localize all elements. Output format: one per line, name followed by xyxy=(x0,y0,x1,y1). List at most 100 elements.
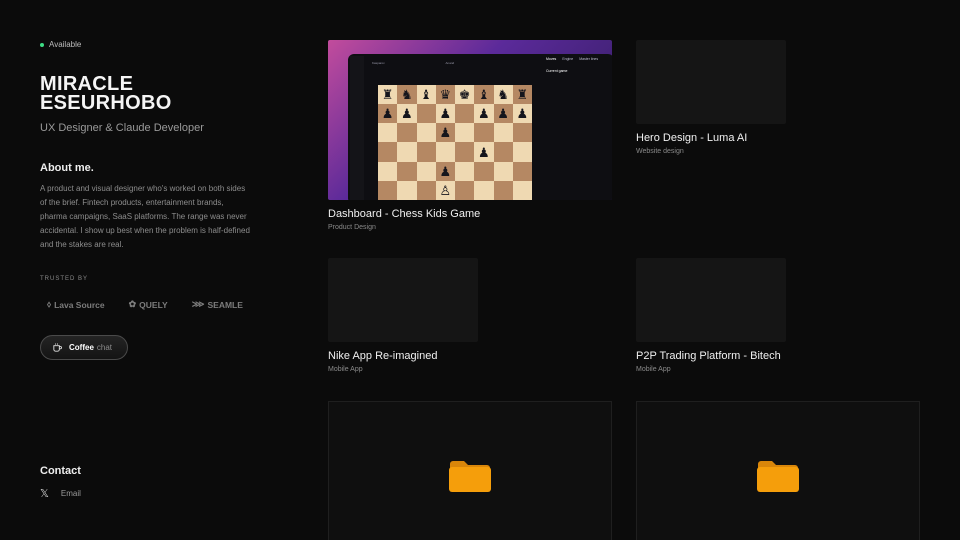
board-square xyxy=(397,161,417,181)
availability-status: Available xyxy=(40,40,81,49)
panel-title: Current game xyxy=(546,69,568,73)
board-square: ♝ xyxy=(474,85,494,105)
project-category: Mobile App xyxy=(636,366,671,373)
board-square: ♟ xyxy=(474,142,494,162)
project-title: P2P Trading Platform - Bitech xyxy=(636,350,781,362)
board-square xyxy=(455,180,475,200)
project-thumbnail: Kasparov Anand ♜ ♞ ♝ ♛ ♚ ♝ ♞ ♜ ♟ ♟ ♟ ♟ ♟ ♟ ♟ ♟ ♟ ♙ Moves … xyxy=(328,40,612,200)
board-square xyxy=(378,161,398,181)
board-square xyxy=(416,180,436,200)
board-square xyxy=(378,142,398,162)
board-square xyxy=(455,123,475,143)
profile-column: Available MIRACLE ESEURHOBO UX Designer … xyxy=(40,0,260,540)
board-square xyxy=(493,123,513,143)
board-square xyxy=(493,180,513,200)
tab-moves: Moves xyxy=(546,57,557,61)
board-square xyxy=(512,123,532,143)
project-title: Hero Design - Luma AI xyxy=(636,132,748,144)
project-folder-card[interactable] xyxy=(636,401,920,540)
client-logo-label: Lava Source xyxy=(54,299,105,310)
project-folder-card[interactable] xyxy=(328,401,612,540)
project-card-nike[interactable]: Nike App Re-imagined Mobile App xyxy=(328,258,528,373)
about-text: A product and visual designer who's work… xyxy=(40,184,250,249)
board-square: ♟ xyxy=(378,104,398,124)
board-square xyxy=(455,104,475,124)
board-square xyxy=(416,142,436,162)
board-square xyxy=(512,180,532,200)
board-square: ♙ xyxy=(435,180,455,200)
board-square xyxy=(474,123,494,143)
project-card-chess[interactable]: Kasparov Anand ♜ ♞ ♝ ♛ ♚ ♝ ♞ ♜ ♟ ♟ ♟ ♟ ♟ ♟ ♟ ♟ ♟ ♙ Moves … xyxy=(328,40,612,231)
board-square: ♜ xyxy=(378,85,398,105)
board-square: ♛ xyxy=(435,85,455,105)
board-square: ♟ xyxy=(435,161,455,181)
client-logo-label: SEAMLE xyxy=(207,299,243,310)
board-square xyxy=(397,142,417,162)
board-square xyxy=(455,161,475,181)
client-logo-lava: ⬨ Lava Source xyxy=(47,299,105,310)
board-square xyxy=(378,123,398,143)
client-logo-label: QUELY xyxy=(139,299,168,310)
project-thumbnail xyxy=(636,258,786,342)
board-square: ♞ xyxy=(397,85,417,105)
board-square: ♞ xyxy=(493,85,513,105)
board-square: ♚ xyxy=(455,85,475,105)
profile-role: UX Designer & Claude Developer xyxy=(40,122,204,134)
project-category: Product Design xyxy=(328,224,376,231)
coffee-chat-button[interactable]: Coffee chat xyxy=(40,335,128,360)
board-square xyxy=(474,180,494,200)
client-logos: ⬨ Lava Source ✿ QUELY ⋙ SEAMLE xyxy=(47,299,247,310)
board-square xyxy=(397,123,417,143)
board-square xyxy=(512,161,532,181)
board-square xyxy=(416,104,436,124)
player-left: Kasparov xyxy=(372,61,385,65)
board-square: ♜ xyxy=(512,85,532,105)
board-square xyxy=(474,161,494,181)
board-square xyxy=(435,142,455,162)
board-square xyxy=(416,161,436,181)
email-link[interactable]: Email xyxy=(61,489,81,498)
profile-name: MIRACLE ESEURHOBO xyxy=(40,73,172,114)
board-square: ♟ xyxy=(474,104,494,124)
player-bar: Kasparov Anand xyxy=(372,61,538,71)
contact-heading: Contact xyxy=(40,465,81,477)
app-sidebar xyxy=(350,56,364,200)
coffee-label: Coffee xyxy=(69,343,94,352)
project-category: Mobile App xyxy=(328,366,363,373)
status-label: Available xyxy=(49,40,82,49)
coffee-sublabel: chat xyxy=(96,343,113,352)
client-logo-seamless: ⋙ SEAMLE xyxy=(192,299,243,310)
client-logo-quely: ✿ QUELY xyxy=(129,299,168,310)
contact-links: 𝕏 Email xyxy=(40,487,81,500)
board-square xyxy=(455,142,475,162)
board-square xyxy=(378,180,398,200)
folder-icon xyxy=(757,461,799,492)
board-square xyxy=(493,161,513,181)
board-square xyxy=(397,180,417,200)
project-thumbnail xyxy=(636,40,786,124)
tab-engine: Engine xyxy=(562,57,574,61)
project-card-bitech[interactable]: P2P Trading Platform - Bitech Mobile App xyxy=(636,258,856,373)
x-twitter-icon[interactable]: 𝕏 xyxy=(40,487,49,500)
board-square: ♟ xyxy=(493,104,513,124)
board-square xyxy=(493,142,513,162)
board-square: ♟ xyxy=(397,104,417,124)
chess-board: ♜ ♞ ♝ ♛ ♚ ♝ ♞ ♜ ♟ ♟ ♟ ♟ ♟ ♟ ♟ ♟ ♟ ♙ xyxy=(378,85,532,200)
moves-panel: Moves Engine Master lines Current game xyxy=(546,57,612,197)
about-heading: About me. xyxy=(40,162,94,174)
seamless-icon: ⋙ xyxy=(191,299,205,309)
project-thumbnail xyxy=(328,258,478,342)
tab-master-lines: Master lines xyxy=(579,57,599,61)
board-square: ♟ xyxy=(512,104,532,124)
project-card-luma[interactable]: Hero Design - Luma AI Website design xyxy=(636,40,836,155)
board-square xyxy=(416,123,436,143)
status-dot-icon xyxy=(40,42,44,47)
board-square xyxy=(512,142,532,162)
quely-icon: ✿ xyxy=(128,299,137,309)
coffee-cup-icon xyxy=(53,343,62,352)
folder-icon xyxy=(449,461,491,492)
player-right: Anand xyxy=(445,61,455,65)
board-square: ♟ xyxy=(435,104,455,124)
board-square: ♟ xyxy=(435,123,455,143)
project-category: Website design xyxy=(636,148,684,155)
